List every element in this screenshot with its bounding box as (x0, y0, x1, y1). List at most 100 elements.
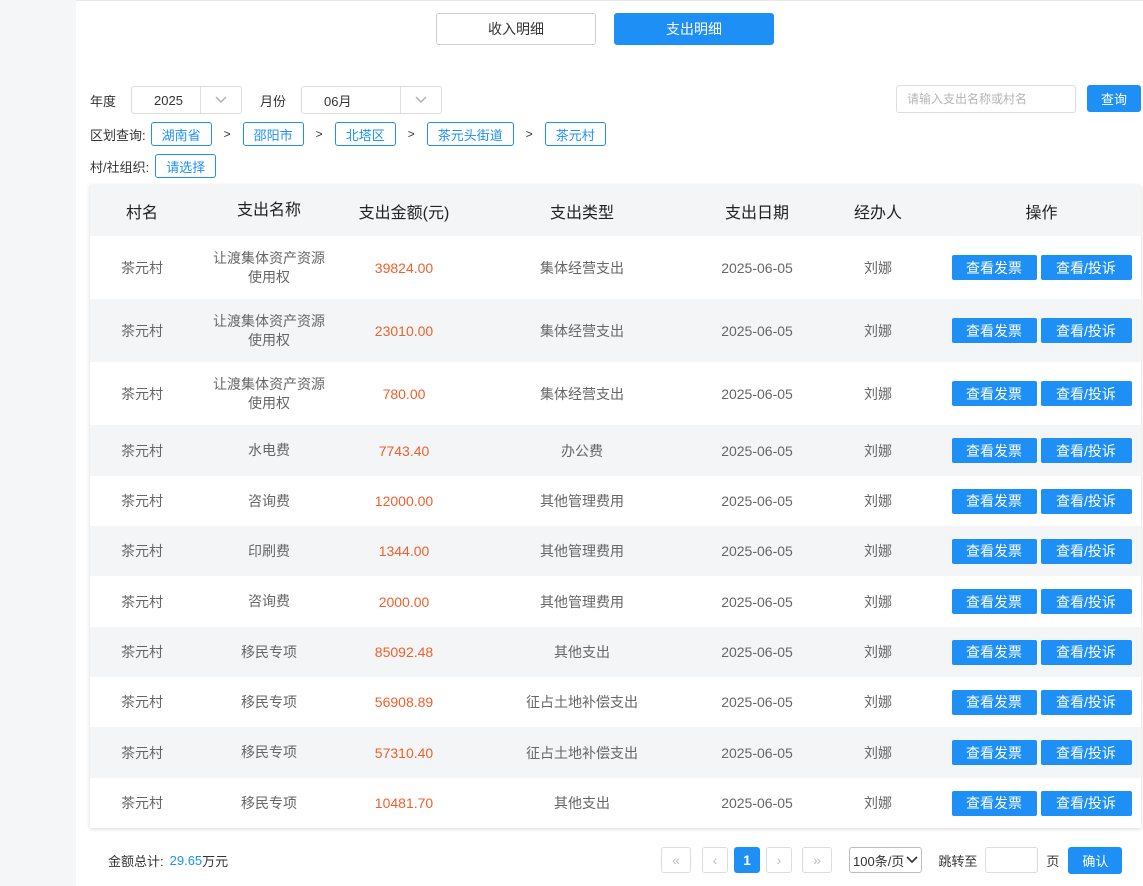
year-label: 年度 (90, 93, 117, 109)
expense-name-cell: 水电费 (194, 441, 344, 460)
month-select[interactable]: 06月 (301, 86, 443, 114)
table-row: 茶元村 让渡集体资产资源 使用权 780.00 集体经营支出 2025-06-05 刘娜 查看… (90, 362, 1141, 425)
tab-bar: 收入明细 支出明细 (436, 13, 774, 45)
region-chip-village[interactable]: 茶元村 (544, 122, 606, 146)
column-header: 支出名称 (236, 202, 301, 219)
expense-name-cell: 咨询费 (194, 492, 344, 511)
page-size-select[interactable]: 100条/页 (849, 847, 923, 873)
view-complain-button[interactable]: 查看/投诉 (1040, 438, 1132, 463)
date-cell: 2025-06-05 (721, 694, 793, 710)
actions-cell: 查看发票 查看/投诉 (942, 790, 1141, 816)
view-invoice-button[interactable]: 查看发票 (951, 255, 1037, 280)
village-cell: 茶元村 (121, 322, 163, 339)
date-cell: 2025-06-05 (721, 385, 793, 402)
expense-type-cell: 其他管理费用 (540, 493, 624, 509)
pagination: « ‹ 1 › » 100条/页 跳转至 页 确认 (661, 846, 1123, 874)
region-chip-district[interactable]: 北塔区 (334, 122, 396, 146)
expense-type-cell: 办公费 (561, 442, 603, 459)
tab-expense[interactable]: 支出明细 (614, 13, 774, 45)
table-row: 茶元村 移民专项 57310.40 征占土地补偿支出 2025-06-05 刘娜 查看发票查… (90, 727, 1141, 778)
expense-name-line: 印刷费 (248, 542, 290, 559)
view-invoice-button[interactable]: 查看发票 (951, 438, 1037, 463)
view-complain-button[interactable]: 查看/投诉 (1040, 639, 1132, 665)
expense-name-text: 印刷费 (248, 542, 290, 561)
handler-cell: 刘娜 (864, 442, 892, 459)
expense-type-cell: 其他管理费用 (540, 543, 624, 559)
page-number-current[interactable]: 1 (734, 847, 760, 873)
handler-cell: 刘娜 (864, 259, 892, 276)
expense-name-cell: 移民专项 (194, 643, 344, 662)
actions-cell: 查看发票 查看/投诉 (942, 381, 1141, 406)
expense-name-line: 移民专项 (241, 744, 297, 760)
search-input[interactable] (896, 85, 1076, 113)
page-unit-label: 页 (1046, 853, 1060, 869)
expense-name-text: 咨询费 (248, 492, 290, 511)
expense-name-line: 咨询费 (248, 593, 290, 609)
view-invoice-button[interactable]: 查看发票 (951, 589, 1037, 614)
view-invoice-button[interactable]: 查看发票 (951, 740, 1037, 765)
view-invoice-button[interactable]: 查看发票 (951, 689, 1037, 715)
village-cell: 茶元村 (121, 593, 163, 610)
table-row: 茶元村 移民专项 10481.70 其他支出 2025-06-05 刘娜 查看发票 查看/投诉 (90, 778, 1141, 828)
expense-name-cell: 移民专项 (194, 693, 344, 712)
tab-income[interactable]: 收入明细 (436, 13, 596, 45)
expense-name-cell: 移民专项 (194, 794, 344, 813)
view-invoice-button[interactable]: 查看发票 (951, 538, 1037, 564)
expense-name-cell: 让渡集体资产资源 使用权 (194, 375, 344, 413)
region-chip-city[interactable]: 邵阳市 (242, 122, 304, 146)
amount-cell: 85092.48 (374, 644, 434, 660)
view-complain-button[interactable]: 查看/投诉 (1040, 589, 1132, 614)
view-invoice-button[interactable]: 查看发票 (951, 318, 1037, 343)
prev-page-button[interactable]: ‹ (702, 847, 728, 873)
total-label: 金额总计: (108, 853, 164, 869)
region-chip-province[interactable]: 湖南省 (150, 122, 212, 146)
column-header: 经办人 (853, 204, 902, 222)
amount-cell: 39824.00 (374, 259, 434, 276)
view-complain-button[interactable]: 查看/投诉 (1040, 689, 1132, 715)
view-complain-button[interactable]: 查看/投诉 (1040, 790, 1132, 816)
page-size-value: 100条/页 (853, 853, 905, 869)
view-invoice-button[interactable]: 查看发票 (951, 639, 1037, 665)
view-complain-button[interactable]: 查看/投诉 (1040, 538, 1132, 564)
expense-name-line: 让渡集体资产资源 (213, 312, 325, 329)
org-select-button[interactable]: 请选择 (155, 154, 217, 178)
expense-name-cell: 让渡集体资产资源 使用权 (194, 312, 344, 350)
view-complain-button[interactable]: 查看/投诉 (1040, 381, 1132, 406)
view-invoice-button[interactable]: 查看发票 (951, 790, 1037, 816)
month-label: 月份 (260, 93, 287, 109)
first-page-button[interactable]: « (661, 847, 691, 873)
column-header: 村名 (125, 204, 158, 222)
confirm-jump-button[interactable]: 确认 (1068, 846, 1123, 874)
query-button[interactable]: 查询 (1087, 85, 1141, 112)
handler-cell: 刘娜 (864, 744, 892, 761)
region-chip-street[interactable]: 茶元头街道 (426, 122, 514, 146)
expense-name-text: 移民专项 (241, 693, 297, 712)
view-complain-button[interactable]: 查看/投诉 (1040, 255, 1132, 280)
expense-name-text: 移民专项 (241, 743, 297, 762)
view-invoice-button[interactable]: 查看发票 (951, 488, 1037, 514)
view-invoice-button[interactable]: 查看发票 (951, 381, 1037, 406)
amount-cell: 56908.89 (374, 694, 434, 710)
village-cell: 茶元村 (121, 493, 163, 509)
jump-page-input[interactable] (985, 847, 1039, 873)
amount-cell: 2000.00 (378, 593, 430, 610)
date-cell: 2025-06-05 (721, 259, 793, 276)
date-cell: 2025-06-05 (721, 543, 793, 559)
chevron-down-icon (200, 87, 241, 113)
amount-cell: 57310.40 (374, 744, 434, 761)
amount-cell: 1344.00 (378, 543, 430, 559)
amount-cell: 7743.40 (378, 442, 430, 459)
expense-name-line: 使用权 (248, 268, 290, 285)
handler-cell: 刘娜 (864, 694, 892, 710)
expense-name-line: 咨询费 (248, 492, 290, 509)
year-select[interactable]: 2025 (131, 86, 243, 114)
view-complain-button[interactable]: 查看/投诉 (1040, 488, 1132, 514)
breadcrumb-separator: > (223, 127, 231, 141)
table-row: 茶元村 印刷费 1344.00 其他管理费用 2025-06-05 刘娜 查看发票 查看/投诉 (90, 526, 1141, 576)
next-page-button[interactable]: › (766, 847, 792, 873)
total-summary: 金额总计: 29.65 万元 (108, 847, 228, 873)
view-complain-button[interactable]: 查看/投诉 (1040, 740, 1132, 765)
expense-name-text: 让渡集体资产资源 使用权 (213, 312, 325, 350)
last-page-button[interactable]: » (802, 847, 832, 873)
view-complain-button[interactable]: 查看/投诉 (1040, 318, 1132, 343)
